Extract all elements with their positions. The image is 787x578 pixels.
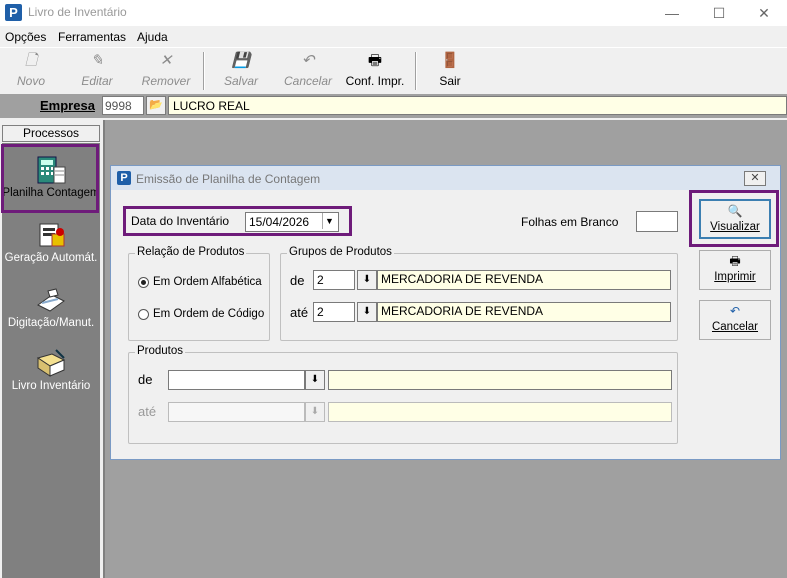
salvar-button[interactable]: 💾 Salvar (216, 52, 266, 92)
open-folder-icon[interactable]: 📂 (146, 96, 166, 115)
empresa-code-field[interactable]: 9998 (102, 96, 144, 115)
minimize-button[interactable]: — (649, 0, 695, 26)
relacao-produtos-group: Relação de Produtos Em Ordem Alfabética … (128, 246, 270, 341)
menu-ajuda[interactable]: Ajuda (137, 30, 168, 44)
window-title: Livro de Inventário (28, 5, 127, 19)
toolbar-separator (203, 52, 205, 90)
close-button[interactable]: ✕ (741, 0, 787, 26)
ordem-codigo-radio[interactable] (138, 309, 149, 320)
folhas-branco-field[interactable] (636, 211, 678, 232)
remover-button[interactable]: ✕ Remover (138, 52, 194, 92)
maximize-button[interactable]: ☐ (696, 0, 742, 26)
remove-icon: ✕ (159, 52, 173, 69)
lookup-arrow-icon[interactable]: ⬇ (357, 270, 377, 290)
highlight-planilha-contagem (1, 144, 99, 213)
highlight-data-inventario (123, 206, 352, 236)
produtos-de-name-field (328, 370, 672, 390)
empresa-label: Empresa (40, 98, 95, 113)
typing-hand-icon (37, 288, 65, 312)
editar-button[interactable]: ✎ Editar (72, 52, 122, 92)
undo-icon: ↶ (301, 52, 315, 69)
grupos-de-code-field[interactable]: 2 (313, 270, 355, 290)
folhas-branco-label: Folhas em Branco (521, 215, 619, 229)
ordem-alfabetica-label[interactable]: Em Ordem Alfabética (153, 276, 262, 288)
app-icon: P (5, 4, 22, 21)
cancelar-button[interactable]: ↶ Cancelar (699, 300, 771, 340)
grupos-ate-name-field: MERCADORIA DE REVENDA (377, 302, 671, 322)
lookup-arrow-icon[interactable]: ⬇ (305, 370, 325, 390)
undo-icon: ↶ (729, 304, 741, 318)
grupos-de-label: de (290, 273, 305, 288)
sidebar-item-label: Digitação/Manut. (7, 317, 95, 329)
ordem-alfabetica-radio[interactable] (138, 277, 149, 288)
save-icon: 💾 (231, 52, 251, 69)
cancelar-toolbar-button[interactable]: ↶ Cancelar (280, 52, 336, 92)
highlight-visualizar (689, 190, 779, 247)
imprimir-button[interactable]: 🖶 Imprimir (699, 250, 771, 290)
grupos-produtos-title: Grupos de Produtos (287, 246, 394, 258)
sidebar-item-livro-inventario[interactable]: Livro Inventário (2, 348, 100, 392)
sidebar-item-label: Geração Automát. (4, 252, 98, 264)
exit-door-icon: 🚪 (440, 52, 460, 69)
sidebar-item-digitacao-manut[interactable]: Digitação/Manut. (2, 285, 100, 329)
sidebar-item-label: Livro Inventário (11, 380, 91, 392)
menu-ferramentas[interactable]: Ferramentas (58, 30, 126, 44)
app-icon: P (117, 171, 131, 185)
dialog-title: Emissão de Planilha de Contagem (136, 172, 321, 186)
printer-icon: 🖶 (729, 254, 741, 268)
toolbar-separator (415, 52, 417, 90)
produtos-ate-code-field[interactable] (168, 402, 305, 422)
novo-button[interactable]: 🗋 Novo (6, 52, 56, 92)
empresa-bar: Empresa 9998 📂 LUCRO REAL (0, 94, 787, 118)
new-document-icon: 🗋 (24, 52, 38, 69)
produtos-group: Produtos de ⬇ até ⬇ (128, 345, 678, 444)
empresa-name-field: LUCRO REAL (168, 96, 787, 115)
grupos-produtos-group: Grupos de Produtos de 2 ⬇ MERCADORIA DE … (280, 246, 678, 341)
menu-bar: Opções Ferramentas Ajuda (0, 28, 787, 47)
dialog-title-bar: P Emissão de Planilha de Contagem ✕ (111, 166, 780, 190)
menu-opcoes[interactable]: Opções (5, 30, 46, 44)
produtos-de-label: de (138, 372, 153, 387)
lookup-arrow-icon[interactable]: ⬇ (305, 402, 325, 422)
produtos-de-code-field[interactable] (168, 370, 305, 390)
printer-settings-icon: 🖶 (367, 52, 383, 69)
lookup-arrow-icon[interactable]: ⬇ (357, 302, 377, 322)
edit-icon: ✎ (90, 52, 104, 69)
toolbar: 🗋 Novo ✎ Editar ✕ Remover 💾 Salvar ↶ Can… (0, 47, 787, 93)
sair-button[interactable]: 🚪 Sair (430, 52, 470, 92)
dialog-close-button[interactable]: ✕ (744, 171, 766, 186)
ordem-codigo-label[interactable]: Em Ordem de Código (153, 308, 264, 320)
sidebar-item-geracao-automat[interactable]: Geração Automát. (2, 220, 100, 264)
title-bar: P Livro de Inventário — ☐ ✕ (0, 0, 787, 26)
relacao-produtos-title: Relação de Produtos (135, 246, 247, 258)
produtos-ate-name-field (328, 402, 672, 422)
processos-header[interactable]: Processos (2, 125, 100, 142)
auto-generate-icon (39, 223, 65, 247)
grupos-de-name-field: MERCADORIA DE REVENDA (377, 270, 671, 290)
book-pen-icon (36, 349, 66, 377)
conf-impr-button[interactable]: 🖶 Conf. Impr. (342, 52, 408, 92)
produtos-title: Produtos (135, 345, 186, 357)
grupos-ate-code-field[interactable]: 2 (313, 302, 355, 322)
grupos-ate-label: até (290, 305, 309, 320)
produtos-ate-label: até (138, 404, 157, 419)
